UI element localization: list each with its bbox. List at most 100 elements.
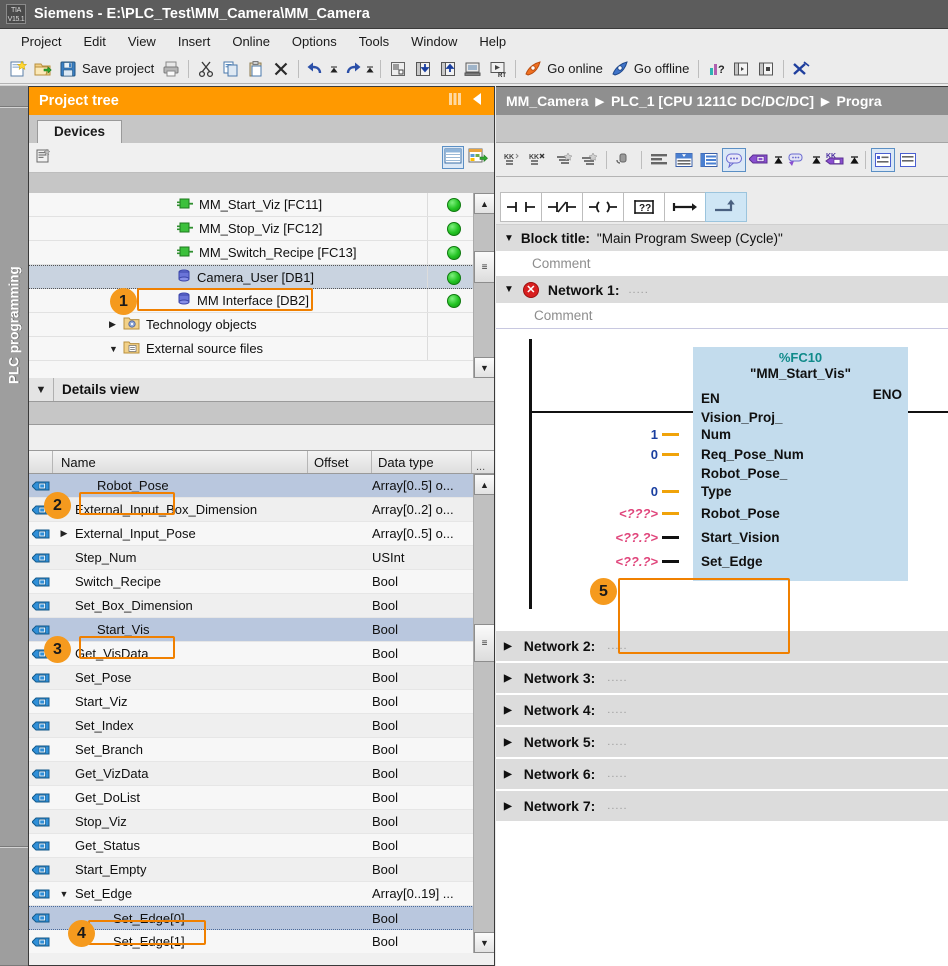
tree-item-external-source-files[interactable]: ▼ External source files (29, 337, 494, 361)
chevron-right-icon[interactable]: ▶ (504, 673, 512, 684)
details-vertical-scrollbar[interactable]: ▲ ≡ ▼ (473, 474, 494, 953)
table-view-icon[interactable] (442, 146, 464, 169)
tree-item-mm-start-viz[interactable]: MM_Start_Viz [FC11] (29, 193, 494, 217)
export-table-icon[interactable] (468, 147, 488, 168)
table-row[interactable]: Set_Branch Bool (29, 738, 494, 762)
menu-item-view[interactable]: View (117, 32, 167, 51)
expand-all-icon[interactable] (552, 148, 576, 172)
go-offline-icon[interactable] (608, 57, 632, 81)
breadcrumb-item-project[interactable]: MM_Camera (506, 93, 588, 109)
network-1-header[interactable]: ▼ ✕ Network 1: ..... (496, 275, 948, 303)
monitor-icon[interactable] (612, 148, 636, 172)
scroll-down-button[interactable]: ▼ (474, 932, 494, 953)
table-row[interactable]: Get_VisData Bool (29, 642, 494, 666)
watch-icon[interactable] (785, 148, 809, 172)
details-header-name[interactable]: Name (53, 451, 308, 473)
menu-item-edit[interactable]: Edit (72, 32, 116, 51)
table-row[interactable]: Get_DoList Bool (29, 786, 494, 810)
scroll-thumb[interactable]: ≡ (474, 624, 494, 662)
delete-network-icon[interactable]: KK (527, 148, 551, 172)
project-tree-vertical-scrollbar[interactable]: ▲ ≡ ▼ (473, 193, 494, 378)
menu-item-tools[interactable]: Tools (348, 32, 400, 51)
paste-icon[interactable] (244, 57, 268, 81)
redo-dropdown-icon[interactable] (365, 57, 375, 81)
table-row[interactable]: ▼ Set_Edge Array[0..19] ... (29, 882, 494, 906)
chevron-down-icon[interactable]: ▼ (504, 233, 514, 244)
collapse-all-icon[interactable] (577, 148, 601, 172)
chevron-right-icon[interactable]: ▶ (504, 769, 512, 780)
go-online-label[interactable]: Go online (546, 61, 607, 76)
normally-closed-contact-icon[interactable] (541, 192, 583, 222)
cross-ref-icon[interactable]: KK (823, 148, 847, 172)
show-hide-left-icon[interactable] (729, 57, 753, 81)
table-row[interactable]: Set_Edge[0] Bool (29, 906, 494, 930)
fc-pin-value-group[interactable]: <??.?> (615, 554, 679, 569)
watch-dropdown[interactable] (810, 148, 822, 172)
normally-open-contact-icon[interactable] (500, 192, 542, 222)
layout2-icon[interactable] (896, 148, 920, 172)
start-simulation-icon[interactable] (461, 57, 485, 81)
table-row[interactable]: Start_Viz Bool (29, 690, 494, 714)
chevron-right-icon[interactable]: ▶ (504, 737, 512, 748)
download-icon[interactable] (411, 57, 435, 81)
chevron-right-icon[interactable]: ▶ (504, 801, 512, 812)
show-hide-right-icon[interactable] (754, 57, 778, 81)
chevron-right-icon[interactable]: ▶ (504, 705, 512, 716)
chevron-right-icon[interactable]: ▶ (109, 319, 123, 330)
pin-columns-icon[interactable] (448, 92, 463, 110)
close-branch-icon[interactable] (705, 192, 747, 222)
save-project-label[interactable]: Save project (81, 61, 158, 76)
output-coil-icon[interactable] (582, 192, 624, 222)
details-header-offset[interactable]: Offset (308, 451, 372, 473)
table-row[interactable]: Get_VizData Bool (29, 762, 494, 786)
table-row[interactable]: Stop_Viz Bool (29, 810, 494, 834)
breadcrumb-item-program[interactable]: Progra (836, 93, 881, 109)
go-online-icon[interactable] (521, 57, 545, 81)
table-row[interactable]: ▶ External_Input_Box_Dimension Array[0..… (29, 498, 494, 522)
chevron-down-icon[interactable]: ▼ (504, 284, 514, 295)
modify-operand-dropdown[interactable] (772, 148, 784, 172)
menu-item-options[interactable]: Options (281, 32, 348, 51)
fc-pin-value-group[interactable]: <??.?> (615, 530, 679, 545)
insert-network-icon[interactable]: KK (502, 148, 526, 172)
network-2-header[interactable]: ▶ Network 2: ..... (496, 629, 948, 661)
copy-icon[interactable] (219, 57, 243, 81)
fc-pin-value-group[interactable]: 0 (651, 484, 679, 499)
table-row[interactable]: Set_Edge[1] Bool (29, 930, 494, 953)
menu-item-help[interactable]: Help (468, 32, 517, 51)
delete-icon[interactable] (269, 57, 293, 81)
scroll-down-button[interactable]: ▼ (474, 357, 494, 378)
save-icon[interactable] (56, 57, 80, 81)
chevron-right-icon[interactable]: ▶ (53, 528, 75, 539)
compile-icon[interactable] (386, 57, 410, 81)
chevron-right-icon[interactable]: ▶ (504, 641, 512, 652)
scroll-up-button[interactable]: ▲ (474, 193, 494, 214)
close-view-icon[interactable] (789, 57, 813, 81)
tree-item-mm-interface-db2[interactable]: MM Interface [DB2] (29, 289, 494, 313)
block-title-value[interactable]: "Main Program Sweep (Cycle)" (597, 231, 783, 246)
redo-icon[interactable] (340, 57, 364, 81)
new-project-icon[interactable] (6, 57, 30, 81)
comments-icon[interactable] (722, 148, 746, 172)
menu-item-online[interactable]: Online (221, 32, 281, 51)
block-comment[interactable]: Comment (496, 251, 948, 275)
network-7-header[interactable]: ▶ Network 7: ..... (496, 789, 948, 821)
tree-item-technology-objects[interactable]: ▶ Technology objects (29, 313, 494, 337)
cross-ref-dropdown[interactable] (848, 148, 860, 172)
tab-devices[interactable]: Devices (37, 120, 122, 143)
open-branch-icon[interactable] (664, 192, 706, 222)
details-header-more[interactable]: ... (472, 451, 494, 473)
network-4-header[interactable]: ▶ Network 4: ..... (496, 693, 948, 725)
go-offline-label[interactable]: Go offline (633, 61, 693, 76)
upload-icon[interactable] (436, 57, 460, 81)
show-absolute-icon[interactable] (672, 148, 696, 172)
undo-dropdown-icon[interactable] (329, 57, 339, 81)
empty-box-icon[interactable]: ?? (623, 192, 665, 222)
print-icon[interactable] (159, 57, 183, 81)
filter-tree-icon[interactable] (35, 147, 53, 168)
chevron-down-icon[interactable]: ▼ (53, 889, 75, 899)
collapse-panel-icon[interactable] (472, 92, 484, 110)
fc-call-block[interactable]: %FC10 "MM_Start_Vis" EN ENO Vision_Proj_… (693, 347, 908, 581)
table-row[interactable]: ▶ External_Input_Pose Array[0..5] o... (29, 522, 494, 546)
table-row[interactable]: Set_Pose Bool (29, 666, 494, 690)
